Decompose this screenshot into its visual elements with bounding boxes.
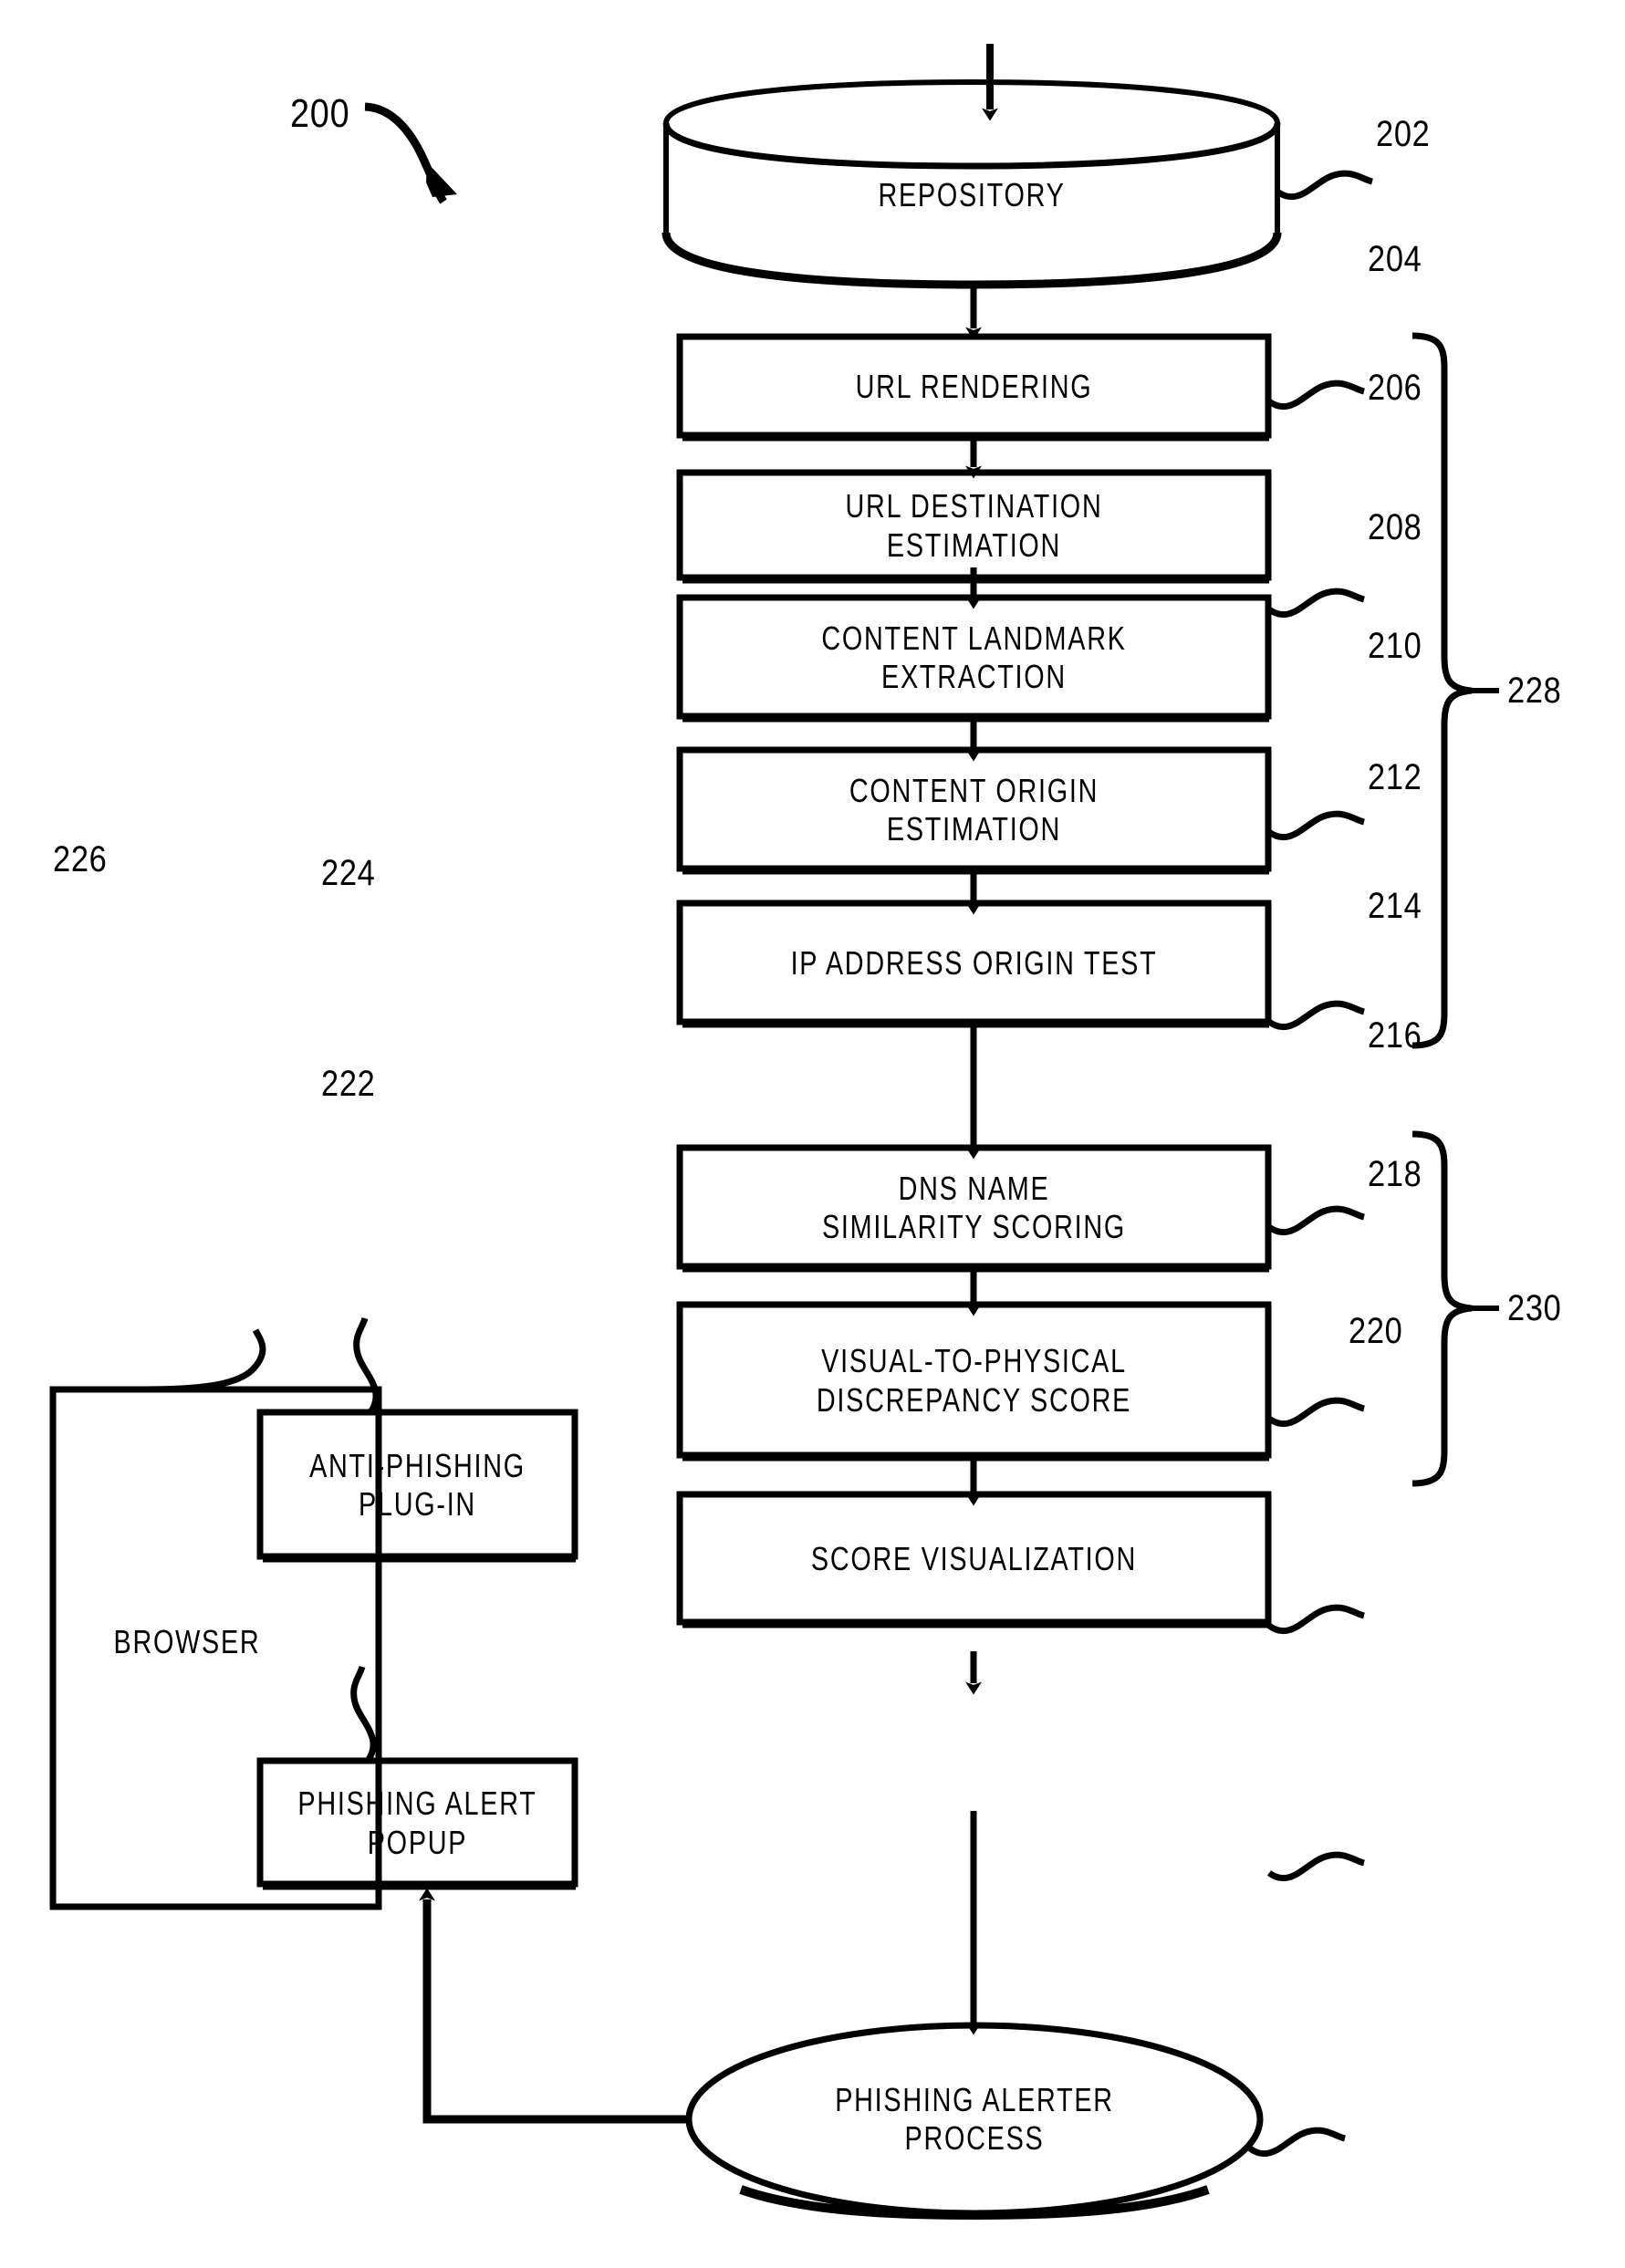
ref-224: 224: [321, 853, 376, 893]
content-origin-estimation-label: CONTENT ORIGIN ESTIMATION: [849, 771, 1099, 848]
ref-214: 214: [1368, 886, 1422, 926]
score-visualization-label: SCORE VISUALIZATION: [810, 1539, 1138, 1577]
browser-label: BROWSER: [113, 1622, 261, 1660]
ref-210: 210: [1368, 626, 1422, 666]
dns-name-similarity-scoring-label: DNS NAME SIMILARITY SCORING: [821, 1169, 1127, 1245]
ref-206: 206: [1368, 368, 1422, 408]
ref-222: 222: [321, 1064, 376, 1104]
content-landmark-extraction-label: CONTENT LANDMARK EXTRACTION: [821, 619, 1127, 695]
group-228-ref: 228: [1507, 671, 1562, 711]
ref-202: 202: [1376, 114, 1431, 154]
ip-address-origin-test-label: IP ADDRESS ORIGIN TEST: [790, 943, 1158, 982]
ref-218: 218: [1368, 1154, 1422, 1194]
ref-208: 208: [1368, 507, 1422, 547]
ref-212: 212: [1368, 757, 1422, 797]
patent-figure: REPOSITORY URL RENDERING URL DESTINATION…: [0, 0, 1625, 2268]
url-rendering-label: URL RENDERING: [855, 367, 1093, 405]
visual-to-physical-discrepancy-score-label: VISUAL-TO-PHYSICAL DISCREPANCY SCORE: [816, 1342, 1132, 1419]
phishing-alerter-process-label: PHISHING ALERTER PROCESS: [835, 2080, 1114, 2157]
repository-label: REPOSITORY: [878, 176, 1066, 214]
group-230-ref: 230: [1507, 1288, 1562, 1328]
ref-220: 220: [1349, 1311, 1403, 1351]
figure-number: 200: [290, 91, 350, 136]
phishing-alert-popup-label: PHISHING ALERT POPUP: [297, 1784, 537, 1861]
anti-phishing-plugin-label: ANTI-PHISHING PLUG-IN: [309, 1446, 526, 1523]
ref-204: 204: [1368, 239, 1422, 279]
url-destination-estimation-label: URL DESTINATION ESTIMATION: [845, 487, 1103, 564]
ref-226: 226: [53, 839, 108, 879]
ref-216: 216: [1368, 1015, 1422, 1056]
